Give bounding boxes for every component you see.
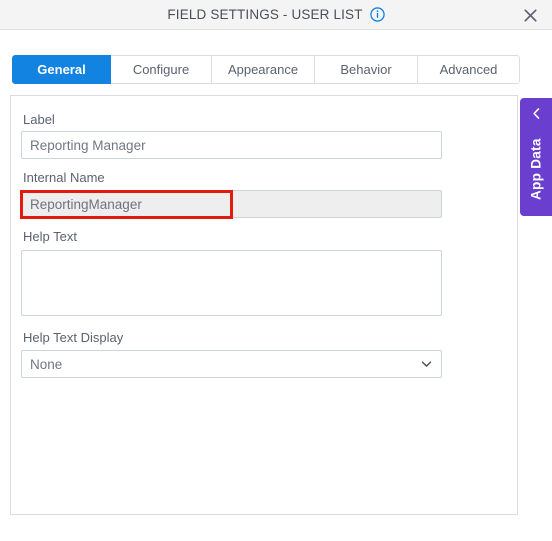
help-text-field-label: Help Text [23, 229, 77, 244]
close-button[interactable] [520, 5, 540, 25]
dialog-title-group: FIELD SETTINGS - USER LIST [0, 0, 552, 29]
general-tab-panel: Label Internal Name Help Text Help Text … [10, 95, 518, 515]
page-title: FIELD SETTINGS - USER LIST [167, 7, 363, 22]
help-text-textarea[interactable] [21, 250, 442, 316]
help-text-display-value: None [30, 356, 63, 372]
tab-behavior[interactable]: Behavior [315, 55, 418, 84]
tab-appearance-label: Appearance [227, 62, 299, 77]
settings-tabs: General Configure Appearance Behavior Ad… [12, 55, 520, 84]
tab-configure-label: Configure [132, 62, 190, 77]
tab-advanced-label: Advanced [439, 62, 498, 77]
label-input[interactable] [21, 131, 442, 159]
app-data-label: App Data [528, 138, 544, 200]
help-text-display-select[interactable]: None [21, 350, 442, 378]
dialog-titlebar: FIELD SETTINGS - USER LIST [0, 0, 552, 30]
tab-general[interactable]: General [12, 55, 111, 84]
tab-appearance[interactable]: Appearance [212, 55, 315, 84]
app-data-panel-toggle[interactable]: App Data [520, 98, 552, 216]
internal-name-input [21, 190, 442, 218]
label-field-label: Label [23, 112, 55, 127]
tab-behavior-label: Behavior [340, 62, 392, 77]
info-circle-icon[interactable] [369, 7, 385, 22]
internal-name-field-label: Internal Name [23, 170, 105, 185]
close-icon [523, 8, 537, 22]
tab-advanced[interactable]: Advanced [418, 55, 520, 84]
tab-general-label: General [37, 62, 86, 77]
help-text-display-field-label: Help Text Display [23, 330, 124, 345]
chevron-left-icon [520, 103, 552, 123]
tab-configure[interactable]: Configure [111, 55, 212, 84]
